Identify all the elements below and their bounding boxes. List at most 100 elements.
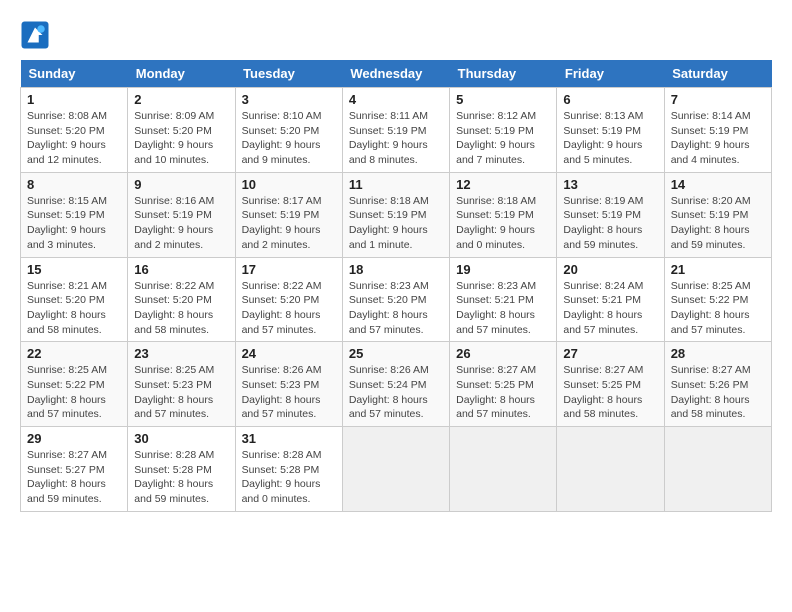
calendar-cell: 1 Sunrise: 8:08 AMSunset: 5:20 PMDaylight… xyxy=(21,88,128,173)
calendar-cell: 27 Sunrise: 8:27 AMSunset: 5:25 PMDayligh… xyxy=(557,342,664,427)
day-number: 28 xyxy=(671,346,765,361)
day-number: 26 xyxy=(456,346,550,361)
weekday-header: Friday xyxy=(557,60,664,88)
day-info: Sunrise: 8:09 AMSunset: 5:20 PMDaylight:… xyxy=(134,110,214,166)
weekday-header: Sunday xyxy=(21,60,128,88)
day-number: 3 xyxy=(242,92,336,107)
day-info: Sunrise: 8:08 AMSunset: 5:20 PMDaylight:… xyxy=(27,110,107,166)
day-number: 12 xyxy=(456,177,550,192)
day-info: Sunrise: 8:25 AMSunset: 5:22 PMDaylight:… xyxy=(27,364,107,420)
day-number: 31 xyxy=(242,431,336,446)
calendar-cell: 31 Sunrise: 8:28 AMSunset: 5:28 PMDayligh… xyxy=(235,427,342,512)
day-number: 2 xyxy=(134,92,228,107)
calendar-cell: 15 Sunrise: 8:21 AMSunset: 5:20 PMDayligh… xyxy=(21,257,128,342)
day-info: Sunrise: 8:14 AMSunset: 5:19 PMDaylight:… xyxy=(671,110,751,166)
day-info: Sunrise: 8:22 AMSunset: 5:20 PMDaylight:… xyxy=(242,280,322,336)
day-info: Sunrise: 8:21 AMSunset: 5:20 PMDaylight:… xyxy=(27,280,107,336)
day-info: Sunrise: 8:27 AMSunset: 5:27 PMDaylight:… xyxy=(27,449,107,505)
calendar-cell: 10 Sunrise: 8:17 AMSunset: 5:19 PMDayligh… xyxy=(235,172,342,257)
day-number: 5 xyxy=(456,92,550,107)
calendar-cell: 5Sunrise: 8:12 AMSunset: 5:19 PMDaylight… xyxy=(450,88,557,173)
day-info: Sunrise: 8:18 AMSunset: 5:19 PMDaylight:… xyxy=(349,195,429,251)
day-info: Sunrise: 8:28 AMSunset: 5:28 PMDaylight:… xyxy=(134,449,214,505)
day-info: Sunrise: 8:26 AMSunset: 5:24 PMDaylight:… xyxy=(349,364,429,420)
calendar-week-row: 1 Sunrise: 8:08 AMSunset: 5:20 PMDaylight… xyxy=(21,88,772,173)
day-info: Sunrise: 8:27 AMSunset: 5:26 PMDaylight:… xyxy=(671,364,751,420)
weekday-header: Thursday xyxy=(450,60,557,88)
day-number: 8 xyxy=(27,177,121,192)
day-number: 16 xyxy=(134,262,228,277)
day-number: 7 xyxy=(671,92,765,107)
day-info: Sunrise: 8:26 AMSunset: 5:23 PMDaylight:… xyxy=(242,364,322,420)
calendar-cell: 4Sunrise: 8:11 AMSunset: 5:19 PMDaylight… xyxy=(342,88,449,173)
calendar-cell: 20 Sunrise: 8:24 AMSunset: 5:21 PMDayligh… xyxy=(557,257,664,342)
day-info: Sunrise: 8:23 AMSunset: 5:21 PMDaylight:… xyxy=(456,280,536,336)
calendar-cell xyxy=(557,427,664,512)
day-number: 4 xyxy=(349,92,443,107)
calendar-cell: 28 Sunrise: 8:27 AMSunset: 5:26 PMDayligh… xyxy=(664,342,771,427)
calendar-cell: 11 Sunrise: 8:18 AMSunset: 5:19 PMDayligh… xyxy=(342,172,449,257)
calendar-cell: 17 Sunrise: 8:22 AMSunset: 5:20 PMDayligh… xyxy=(235,257,342,342)
calendar-table: SundayMondayTuesdayWednesdayThursdayFrid… xyxy=(20,60,772,512)
day-info: Sunrise: 8:17 AMSunset: 5:19 PMDaylight:… xyxy=(242,195,322,251)
calendar-week-row: 29Sunrise: 8:27 AMSunset: 5:27 PMDayligh… xyxy=(21,427,772,512)
day-number: 1 xyxy=(27,92,121,107)
day-number: 17 xyxy=(242,262,336,277)
calendar-cell: 22Sunrise: 8:25 AMSunset: 5:22 PMDayligh… xyxy=(21,342,128,427)
day-number: 30 xyxy=(134,431,228,446)
weekday-header-row: SundayMondayTuesdayWednesdayThursdayFrid… xyxy=(21,60,772,88)
day-number: 10 xyxy=(242,177,336,192)
calendar-cell: 6 Sunrise: 8:13 AMSunset: 5:19 PMDaylight… xyxy=(557,88,664,173)
day-info: Sunrise: 8:18 AMSunset: 5:19 PMDaylight:… xyxy=(456,195,536,251)
logo xyxy=(20,20,54,50)
day-info: Sunrise: 8:19 AMSunset: 5:19 PMDaylight:… xyxy=(563,195,643,251)
calendar-cell xyxy=(664,427,771,512)
day-info: Sunrise: 8:27 AMSunset: 5:25 PMDaylight:… xyxy=(563,364,643,420)
day-number: 15 xyxy=(27,262,121,277)
calendar-cell: 7 Sunrise: 8:14 AMSunset: 5:19 PMDaylight… xyxy=(664,88,771,173)
day-info: Sunrise: 8:25 AMSunset: 5:23 PMDaylight:… xyxy=(134,364,214,420)
calendar-cell: 30 Sunrise: 8:28 AMSunset: 5:28 PMDayligh… xyxy=(128,427,235,512)
calendar-cell: 25 Sunrise: 8:26 AMSunset: 5:24 PMDayligh… xyxy=(342,342,449,427)
weekday-header: Monday xyxy=(128,60,235,88)
calendar-cell: 23Sunrise: 8:25 AMSunset: 5:23 PMDayligh… xyxy=(128,342,235,427)
day-info: Sunrise: 8:13 AMSunset: 5:19 PMDaylight:… xyxy=(563,110,643,166)
day-info: Sunrise: 8:10 AMSunset: 5:20 PMDaylight:… xyxy=(242,110,322,166)
calendar-cell: 21 Sunrise: 8:25 AMSunset: 5:22 PMDayligh… xyxy=(664,257,771,342)
day-number: 11 xyxy=(349,177,443,192)
day-number: 25 xyxy=(349,346,443,361)
calendar-cell: 29Sunrise: 8:27 AMSunset: 5:27 PMDayligh… xyxy=(21,427,128,512)
day-info: Sunrise: 8:27 AMSunset: 5:25 PMDaylight:… xyxy=(456,364,536,420)
day-number: 27 xyxy=(563,346,657,361)
day-number: 24 xyxy=(242,346,336,361)
calendar-cell: 19 Sunrise: 8:23 AMSunset: 5:21 PMDayligh… xyxy=(450,257,557,342)
day-number: 20 xyxy=(563,262,657,277)
day-info: Sunrise: 8:23 AMSunset: 5:20 PMDaylight:… xyxy=(349,280,429,336)
day-number: 6 xyxy=(563,92,657,107)
day-info: Sunrise: 8:24 AMSunset: 5:21 PMDaylight:… xyxy=(563,280,643,336)
day-number: 14 xyxy=(671,177,765,192)
calendar-cell: 16 Sunrise: 8:22 AMSunset: 5:20 PMDayligh… xyxy=(128,257,235,342)
calendar-cell xyxy=(450,427,557,512)
day-info: Sunrise: 8:22 AMSunset: 5:20 PMDaylight:… xyxy=(134,280,214,336)
calendar-cell: 24 Sunrise: 8:26 AMSunset: 5:23 PMDayligh… xyxy=(235,342,342,427)
weekday-header: Wednesday xyxy=(342,60,449,88)
weekday-header: Tuesday xyxy=(235,60,342,88)
calendar-cell: 26 Sunrise: 8:27 AMSunset: 5:25 PMDayligh… xyxy=(450,342,557,427)
calendar-cell: 13Sunrise: 8:19 AMSunset: 5:19 PMDayligh… xyxy=(557,172,664,257)
day-info: Sunrise: 8:15 AMSunset: 5:19 PMDaylight:… xyxy=(27,195,107,251)
day-info: Sunrise: 8:20 AMSunset: 5:19 PMDaylight:… xyxy=(671,195,751,251)
calendar-cell: 2 Sunrise: 8:09 AMSunset: 5:20 PMDaylight… xyxy=(128,88,235,173)
day-number: 18 xyxy=(349,262,443,277)
day-number: 21 xyxy=(671,262,765,277)
calendar-cell: 9Sunrise: 8:16 AMSunset: 5:19 PMDaylight… xyxy=(128,172,235,257)
calendar-cell: 12 Sunrise: 8:18 AMSunset: 5:19 PMDayligh… xyxy=(450,172,557,257)
calendar-cell: 8 Sunrise: 8:15 AMSunset: 5:19 PMDaylight… xyxy=(21,172,128,257)
day-info: Sunrise: 8:25 AMSunset: 5:22 PMDaylight:… xyxy=(671,280,751,336)
day-info: Sunrise: 8:28 AMSunset: 5:28 PMDaylight:… xyxy=(242,449,322,505)
calendar-cell: 18 Sunrise: 8:23 AMSunset: 5:20 PMDayligh… xyxy=(342,257,449,342)
day-number: 19 xyxy=(456,262,550,277)
calendar-week-row: 15 Sunrise: 8:21 AMSunset: 5:20 PMDayligh… xyxy=(21,257,772,342)
calendar-cell xyxy=(342,427,449,512)
calendar-cell: 14 Sunrise: 8:20 AMSunset: 5:19 PMDayligh… xyxy=(664,172,771,257)
